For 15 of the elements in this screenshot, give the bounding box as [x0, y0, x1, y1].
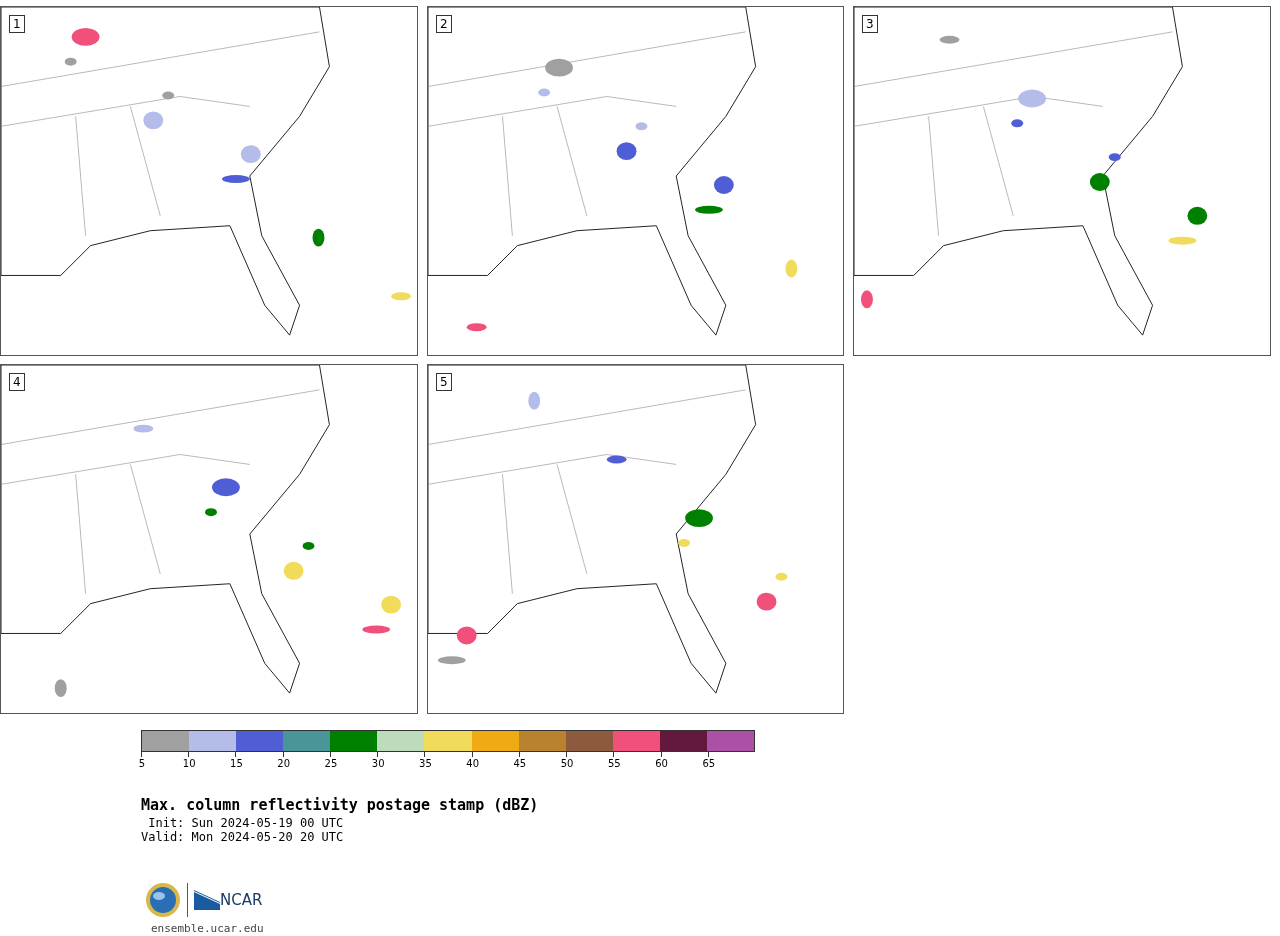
panel-number: 3 [862, 15, 878, 33]
globe-logo-icon [145, 882, 181, 918]
init-time: Init: Sun 2024-05-19 00 UTC [147, 816, 345, 830]
website-link[interactable]: ensemble.ucar.edu [151, 922, 1280, 935]
logo-text: NCAR [220, 891, 263, 909]
tick-label: 45 [510, 758, 529, 769]
valid-time: Valid: Mon 2024-05-20 20 UTC [141, 830, 345, 844]
chart-title: Max. column reflectivity postage stamp (dBZ) [141, 796, 540, 814]
tick-label: 20 [274, 758, 293, 769]
tick-label: 40 [463, 758, 482, 769]
panel-number: 1 [9, 15, 25, 33]
panel-number: 5 [436, 373, 452, 391]
ncar-logo-icon [194, 890, 220, 910]
panel-number: 2 [436, 15, 452, 33]
panel-number: 4 [9, 373, 25, 391]
